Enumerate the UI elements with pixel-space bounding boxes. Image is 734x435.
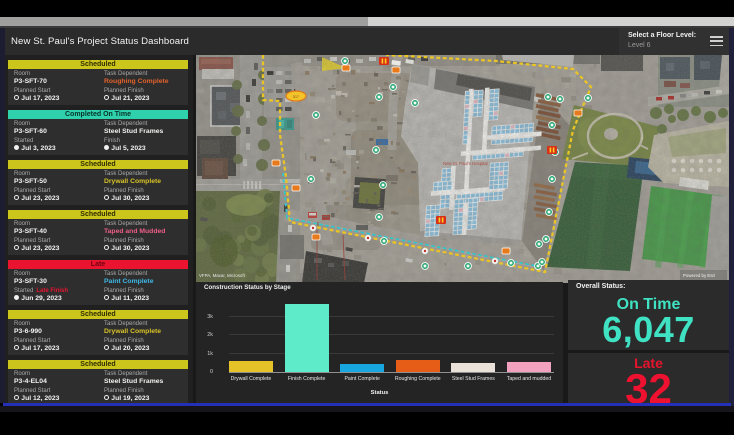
svg-text:517: 517: [293, 95, 299, 99]
svg-text:Powered by Esri: Powered by Esri: [683, 273, 715, 278]
svg-text:VFPA, Maxar, Microsoft: VFPA, Maxar, Microsoft: [199, 273, 246, 278]
